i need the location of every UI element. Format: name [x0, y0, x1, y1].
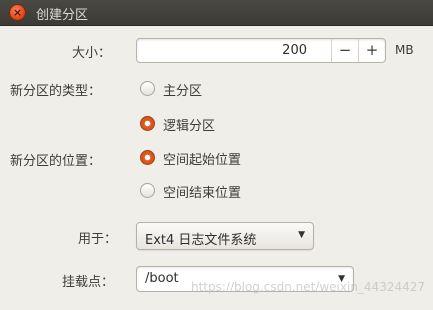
partition-type-label: 新分区的类型： — [10, 84, 102, 99]
radio-logical-partition[interactable] — [140, 116, 155, 131]
close-icon[interactable]: × — [9, 4, 26, 21]
radio-primary-partition[interactable] — [140, 81, 155, 96]
partition-position-label: 新分区的位置： — [10, 154, 102, 169]
size-value[interactable]: 200 — [282, 43, 307, 58]
title-bar: × 创建分区 — [0, 0, 433, 26]
filesystem-dropdown[interactable]: Ext4 日志文件系统 ▼ — [136, 222, 314, 250]
size-spinbutton[interactable]: 200 − + — [136, 38, 386, 63]
size-unit: MB — [395, 43, 414, 57]
create-partition-dialog: 大小： 200 − + MB 新分区的类型： 主分区 逻辑分区 新分区的位置： … — [0, 26, 433, 310]
radio-space-start[interactable] — [140, 150, 155, 165]
filesystem-value: Ext4 日志文件系统 — [145, 233, 257, 248]
mount-point-label: 挂载点： — [62, 275, 115, 290]
radio-space-end[interactable] — [140, 183, 155, 198]
watermark: https://blog.csdn.net/weixin_44324427 — [190, 280, 425, 294]
use-as-label: 用于： — [78, 232, 118, 247]
radio-logical-partition-label[interactable]: 逻辑分区 — [163, 115, 215, 134]
radio-space-start-label[interactable]: 空间起始位置 — [163, 149, 241, 168]
increment-button[interactable]: + — [358, 39, 385, 62]
radio-space-end-label[interactable]: 空间结束位置 — [163, 182, 241, 201]
size-label: 大小： — [72, 46, 112, 61]
dropdown-arrow-icon: ▼ — [298, 230, 305, 240]
mount-point-value[interactable]: /boot — [145, 271, 179, 286]
window-title: 创建分区 — [36, 8, 89, 23]
decrement-button[interactable]: − — [331, 39, 358, 62]
radio-primary-partition-label[interactable]: 主分区 — [163, 80, 202, 99]
